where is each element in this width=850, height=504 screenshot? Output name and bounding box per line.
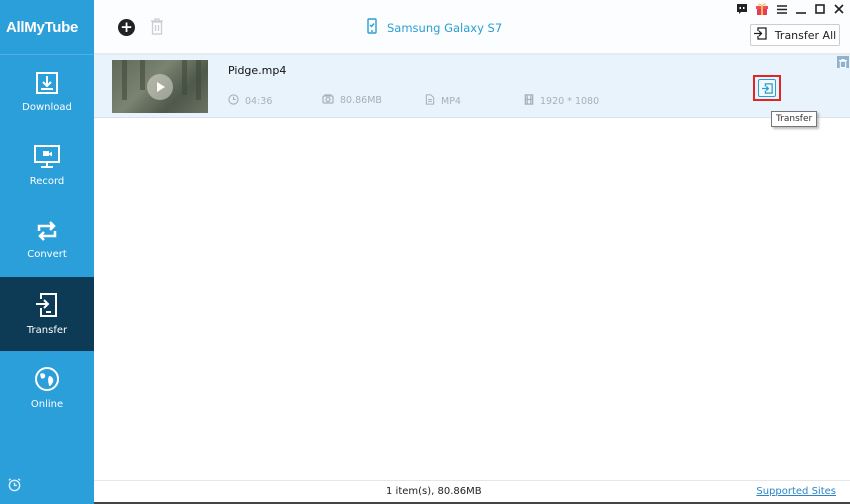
monitor-record-icon	[34, 145, 60, 169]
download-icon	[35, 71, 59, 95]
tooltip: Transfer	[771, 111, 818, 127]
clock-icon	[228, 94, 245, 108]
phone-check-icon	[367, 18, 387, 37]
list-item[interactable]: Pidge.mp4 04:36 80.86MB MP4 1920 * 1080	[94, 55, 850, 118]
sidebar-item-label: Download	[22, 102, 72, 113]
gift-icon[interactable]	[756, 3, 768, 15]
file-list: Pidge.mp4 04:36 80.86MB MP4 1920 * 1080	[94, 55, 850, 480]
menu-icon[interactable]	[777, 4, 787, 14]
file-format: MP4	[425, 94, 461, 108]
app-window: AllMyTube Download Record Convert Transf…	[0, 0, 850, 504]
feedback-icon[interactable]	[737, 4, 747, 14]
file-name: Pidge.mp4	[228, 64, 287, 77]
transfer-button[interactable]	[753, 75, 781, 101]
sidebar-item-online[interactable]: Online	[0, 351, 94, 425]
supported-sites-link[interactable]: Supported Sites	[756, 486, 836, 497]
delete-item-button[interactable]	[837, 56, 849, 68]
sidebar-item-label: Transfer	[26, 325, 68, 336]
file-size: 80.86MB	[322, 94, 382, 107]
file-duration: 04:36	[228, 94, 272, 108]
trash-icon	[839, 53, 847, 72]
sidebar: AllMyTube Download Record Convert Transf…	[0, 0, 94, 504]
video-thumbnail[interactable]	[112, 60, 208, 113]
plus-circle-icon[interactable]: +	[118, 19, 135, 36]
transfer-all-button[interactable]: Transfer All	[750, 24, 840, 46]
maximize-icon[interactable]	[815, 4, 825, 14]
globe-icon	[34, 366, 60, 392]
sidebar-item-convert[interactable]: Convert	[0, 203, 94, 277]
transfer-icon	[761, 79, 773, 98]
status-summary: 1 item(s), 80.86MB	[386, 486, 482, 497]
sidebar-item-label: Online	[30, 399, 64, 410]
transfer-all-label: Transfer All	[774, 28, 837, 42]
play-icon[interactable]	[147, 74, 173, 100]
device-name: Samsung Galaxy S7	[387, 20, 503, 35]
close-icon[interactable]	[834, 4, 844, 14]
minimize-icon[interactable]	[796, 4, 806, 14]
sidebar-item-label: Record	[29, 176, 65, 187]
file-resolution: 1920 * 1080	[524, 94, 599, 108]
disk-icon	[322, 94, 340, 107]
film-icon	[524, 94, 540, 108]
device-selector[interactable]: Samsung Galaxy S7	[367, 18, 502, 37]
sidebar-item-record[interactable]: Record	[0, 129, 94, 203]
app-logo: AllMyTube	[0, 0, 94, 55]
sidebar-item-transfer[interactable]: Transfer	[0, 277, 94, 351]
transfer-icon	[753, 27, 775, 43]
toolbar: + Samsung Galaxy S7 Transfer All	[94, 0, 850, 55]
document-icon	[425, 94, 441, 108]
transfer-device-icon	[35, 292, 59, 318]
alarm-clock-icon[interactable]	[7, 477, 22, 496]
convert-icon	[36, 220, 58, 242]
sidebar-item-download[interactable]: Download	[0, 55, 94, 129]
window-controls	[737, 3, 844, 15]
sidebar-item-label: Convert	[27, 249, 67, 260]
status-bar: 1 item(s), 80.86MB Supported Sites	[94, 480, 850, 504]
trash-icon[interactable]	[150, 18, 164, 39]
